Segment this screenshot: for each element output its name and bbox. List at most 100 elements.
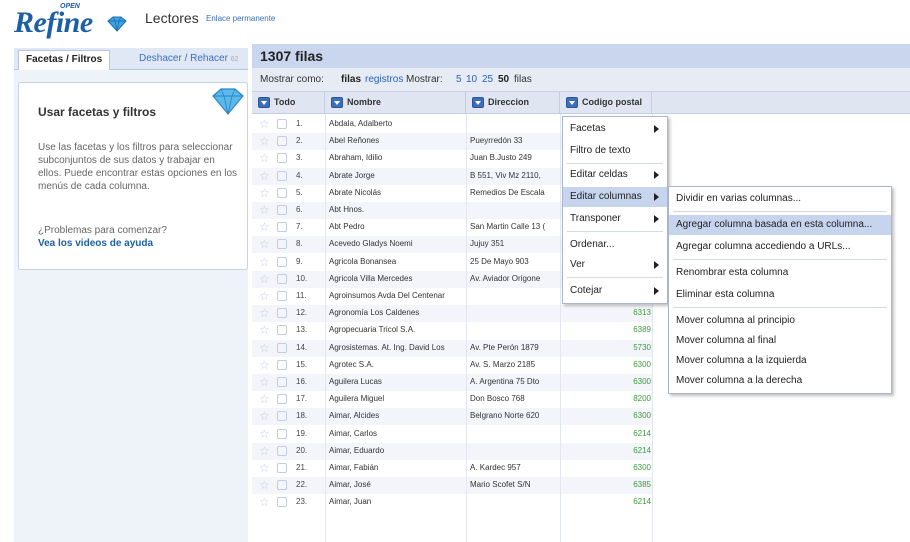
table-row[interactable]: ☆ 23. Aimar, Juan 6214 bbox=[252, 494, 652, 511]
star-icon[interactable]: ☆ bbox=[259, 273, 270, 285]
flag-icon[interactable] bbox=[277, 222, 287, 233]
cell-nombre[interactable]: Abel Reñones bbox=[329, 136, 469, 145]
star-icon[interactable]: ☆ bbox=[259, 118, 270, 130]
flag-icon[interactable] bbox=[277, 445, 287, 456]
menu-item-transponer[interactable]: Transponer bbox=[563, 209, 667, 229]
column-dropdown-icon[interactable] bbox=[258, 97, 270, 108]
flag-icon[interactable] bbox=[277, 377, 287, 387]
table-row[interactable]: ☆ 18. Aimar, Alcides Belgrano Norte 620 6300 bbox=[252, 408, 652, 426]
menu-item-move-right[interactable]: Mover columna a la derecha bbox=[669, 371, 891, 391]
star-icon[interactable]: ☆ bbox=[259, 410, 270, 422]
cell-nombre[interactable]: Acevedo Gladys Noemi bbox=[329, 239, 469, 248]
star-icon[interactable]: ☆ bbox=[259, 342, 270, 354]
tab-facets-filters[interactable]: Facetas / Filtros bbox=[18, 50, 111, 70]
flag-icon[interactable] bbox=[277, 342, 287, 353]
star-icon[interactable]: ☆ bbox=[259, 290, 270, 302]
permalink-link[interactable]: Enlace permanente bbox=[206, 14, 275, 23]
table-row[interactable]: ☆ 22. Aimar, José Mario Scofet S/N 6385 bbox=[252, 477, 652, 495]
table-row[interactable]: ☆ 16. Aguilera Lucas A. Argentina 75 Dto 630… bbox=[252, 374, 652, 391]
cell-direccion[interactable]: Belgrano Norte 620 bbox=[470, 411, 562, 420]
cell-direccion[interactable]: Av. S. Marzo 2185 bbox=[470, 360, 562, 369]
flag-icon[interactable] bbox=[277, 153, 287, 164]
flag-icon[interactable] bbox=[277, 119, 287, 129]
star-icon[interactable]: ☆ bbox=[259, 170, 270, 182]
flag-icon[interactable] bbox=[277, 291, 287, 301]
flag-icon[interactable] bbox=[277, 273, 287, 284]
cell-direccion[interactable]: A. Argentina 75 Dto bbox=[470, 377, 562, 386]
star-icon[interactable]: ☆ bbox=[259, 256, 270, 268]
cell-nombre[interactable]: Abt Hnos. bbox=[329, 205, 469, 214]
flag-icon[interactable] bbox=[277, 359, 287, 370]
flag-icon[interactable] bbox=[277, 394, 287, 405]
star-icon[interactable]: ☆ bbox=[259, 445, 270, 457]
cell-codigo-postal[interactable]: 6214 bbox=[564, 497, 651, 506]
cell-codigo-postal[interactable]: 6300 bbox=[564, 360, 651, 369]
flag-icon[interactable] bbox=[277, 325, 287, 336]
menu-item-editar-celdas[interactable]: Editar celdas bbox=[563, 165, 667, 185]
table-row[interactable]: ☆ 12. Agronomía Los Caldenes 6313 bbox=[252, 305, 652, 323]
menu-item-filtro-texto[interactable]: Filtro de texto bbox=[563, 141, 667, 161]
flag-icon[interactable] bbox=[277, 411, 287, 422]
star-icon[interactable]: ☆ bbox=[259, 152, 270, 164]
flag-icon[interactable] bbox=[277, 136, 287, 147]
cell-direccion[interactable]: A. Kardec 957 bbox=[470, 463, 562, 472]
tab-undo-redo[interactable]: Deshacer / Rehacer 62 bbox=[132, 50, 246, 70]
cell-direccion[interactable]: Juan B.Justo 249 bbox=[470, 153, 562, 162]
page-size-10[interactable]: 10 bbox=[466, 74, 477, 85]
column-dropdown-icon[interactable] bbox=[472, 97, 484, 108]
cell-direccion[interactable]: B 551, Viv Mz 2110, bbox=[470, 171, 562, 180]
project-name[interactable]: Lectores bbox=[145, 10, 199, 26]
cell-nombre[interactable]: Agricola Villa Mercedes bbox=[329, 274, 469, 283]
star-icon[interactable]: ☆ bbox=[259, 324, 270, 336]
menu-item-move-first[interactable]: Mover columna al principio bbox=[669, 311, 891, 331]
page-size-25[interactable]: 25 bbox=[482, 74, 493, 85]
menu-item-move-left[interactable]: Mover columna a la izquierda bbox=[669, 351, 891, 371]
menu-item-move-last[interactable]: Mover columna al final bbox=[669, 331, 891, 351]
cell-nombre[interactable]: Aimar, Fabián bbox=[329, 463, 469, 472]
cell-nombre[interactable]: Aguilera Miguel bbox=[329, 394, 469, 403]
cell-codigo-postal[interactable]: 6214 bbox=[564, 446, 651, 455]
cell-codigo-postal[interactable]: 6389 bbox=[564, 325, 651, 334]
flag-icon[interactable] bbox=[277, 463, 287, 473]
cell-nombre[interactable]: Abrate Jorge bbox=[329, 171, 469, 180]
cell-direccion[interactable]: Av. Aviador Origone bbox=[470, 274, 562, 283]
column-dropdown-icon[interactable] bbox=[566, 97, 578, 108]
flag-icon[interactable] bbox=[277, 187, 287, 198]
flag-icon[interactable] bbox=[277, 308, 287, 319]
cell-codigo-postal[interactable]: 8200 bbox=[564, 394, 651, 403]
cell-nombre[interactable]: Agrosistemas. At. Ing. David Los bbox=[329, 343, 469, 352]
flag-icon[interactable] bbox=[277, 170, 287, 181]
star-icon[interactable]: ☆ bbox=[259, 359, 270, 371]
star-icon[interactable]: ☆ bbox=[259, 393, 270, 405]
cell-nombre[interactable]: Abt Pedro bbox=[329, 222, 469, 231]
cell-codigo-postal[interactable]: 6300 bbox=[564, 411, 651, 420]
star-icon[interactable]: ☆ bbox=[259, 307, 270, 319]
star-icon[interactable]: ☆ bbox=[259, 479, 270, 491]
star-icon[interactable]: ☆ bbox=[259, 462, 270, 474]
cell-nombre[interactable]: Aimar, José bbox=[329, 480, 469, 489]
cell-codigo-postal[interactable]: 6300 bbox=[564, 463, 651, 472]
star-icon[interactable]: ☆ bbox=[259, 376, 270, 388]
table-row[interactable]: ☆ 19. Aimar, Carlos 6214 bbox=[252, 426, 652, 443]
cell-codigo-postal[interactable]: 6300 bbox=[564, 377, 651, 386]
column-header-codigo-postal[interactable]: Codigo postal bbox=[560, 92, 652, 114]
cell-nombre[interactable]: Abdala, Adalberto bbox=[329, 119, 469, 128]
cell-codigo-postal[interactable]: 6313 bbox=[564, 308, 651, 317]
star-icon[interactable]: ☆ bbox=[259, 135, 270, 147]
cell-nombre[interactable]: Aguilera Lucas bbox=[329, 377, 469, 386]
table-row[interactable]: ☆ 15. Agrotec S.A. Av. S. Marzo 2185 6300 bbox=[252, 357, 652, 374]
flag-icon[interactable] bbox=[277, 256, 287, 267]
cell-nombre[interactable]: Aimar, Eduardo bbox=[329, 446, 469, 455]
cell-nombre[interactable]: Aimar, Juan bbox=[329, 497, 469, 506]
flag-icon[interactable] bbox=[277, 205, 287, 215]
cell-nombre[interactable]: Agroinsumos Avda Del Centenar bbox=[329, 291, 469, 300]
menu-item-rename-column[interactable]: Renombrar esta columna bbox=[669, 263, 891, 283]
cell-direccion[interactable]: San Martin Calle 13 ( bbox=[470, 222, 562, 231]
star-icon[interactable]: ☆ bbox=[259, 187, 270, 199]
star-icon[interactable]: ☆ bbox=[259, 204, 270, 216]
column-header-nombre[interactable]: Nombre bbox=[325, 92, 466, 114]
cell-nombre[interactable]: Abraham, Idilio bbox=[329, 153, 469, 162]
cell-direccion[interactable]: 25 De Mayo 903 bbox=[470, 257, 562, 266]
cell-nombre[interactable]: Agropecuaria Tricol S.A. bbox=[329, 325, 469, 334]
cell-nombre[interactable]: Agronomía Los Caldenes bbox=[329, 308, 469, 317]
